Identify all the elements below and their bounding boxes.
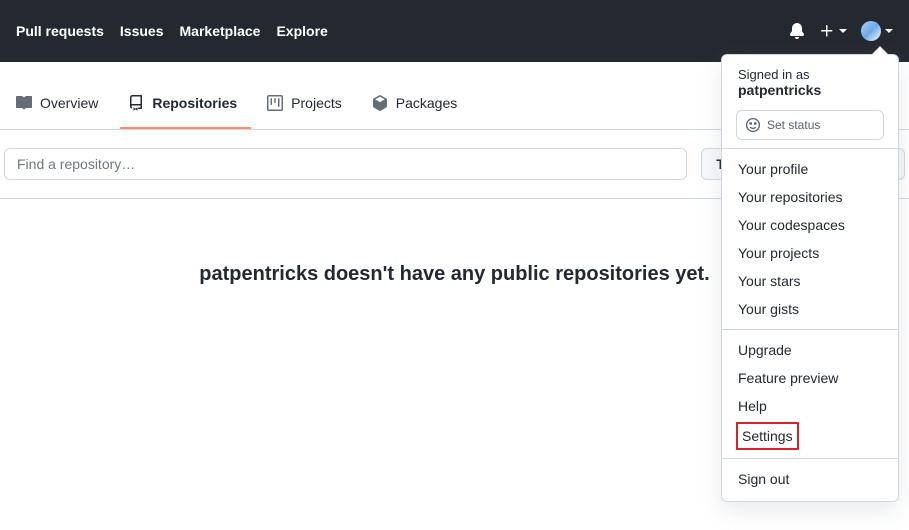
user-menu-trigger[interactable]	[861, 21, 893, 41]
avatar	[861, 21, 881, 41]
user-dropdown-menu: Signed in as patpentricks Set status You…	[721, 54, 899, 502]
nav-marketplace[interactable]: Marketplace	[180, 23, 261, 39]
menu-your-repositories[interactable]: Your repositories	[722, 183, 898, 211]
menu-feature-preview[interactable]: Feature preview	[722, 364, 898, 392]
global-header: Pull requests Issues Marketplace Explore	[0, 0, 909, 62]
menu-sign-out[interactable]: Sign out	[722, 465, 898, 493]
caret-down-icon	[839, 29, 847, 33]
nav-issues[interactable]: Issues	[120, 23, 164, 39]
notifications-icon[interactable]	[789, 23, 805, 39]
menu-your-codespaces[interactable]: Your codespaces	[722, 211, 898, 239]
set-status-button[interactable]: Set status	[736, 110, 884, 140]
tab-label: Projects	[291, 95, 342, 111]
set-status-label: Set status	[767, 118, 820, 132]
menu-settings[interactable]: Settings	[738, 424, 797, 448]
global-nav: Pull requests Issues Marketplace Explore	[16, 23, 328, 39]
tab-repositories[interactable]: Repositories	[120, 87, 251, 129]
tab-label: Packages	[396, 95, 457, 111]
username-label: patpentricks	[738, 82, 882, 98]
user-menu-header: Signed in as patpentricks	[722, 59, 898, 106]
tab-overview[interactable]: Overview	[8, 87, 112, 129]
menu-your-stars[interactable]: Your stars	[722, 267, 898, 295]
create-menu[interactable]	[819, 23, 847, 39]
search-input[interactable]	[4, 148, 687, 180]
menu-your-projects[interactable]: Your projects	[722, 239, 898, 267]
menu-divider	[722, 458, 898, 459]
menu-your-profile[interactable]: Your profile	[722, 155, 898, 183]
tab-projects[interactable]: Projects	[259, 87, 356, 129]
caret-down-icon	[885, 29, 893, 33]
nav-explore[interactable]: Explore	[276, 23, 327, 39]
tab-label: Repositories	[152, 95, 237, 111]
menu-divider	[722, 329, 898, 330]
menu-your-gists[interactable]: Your gists	[722, 295, 898, 323]
signed-in-as-label: Signed in as	[738, 67, 882, 82]
nav-pull-requests[interactable]: Pull requests	[16, 23, 104, 39]
menu-help[interactable]: Help	[722, 392, 898, 420]
tab-label: Overview	[40, 95, 98, 111]
smiley-icon	[745, 117, 761, 133]
header-actions	[789, 21, 893, 41]
menu-divider	[722, 148, 898, 149]
menu-upgrade[interactable]: Upgrade	[722, 336, 898, 364]
tab-packages[interactable]: Packages	[364, 87, 471, 129]
